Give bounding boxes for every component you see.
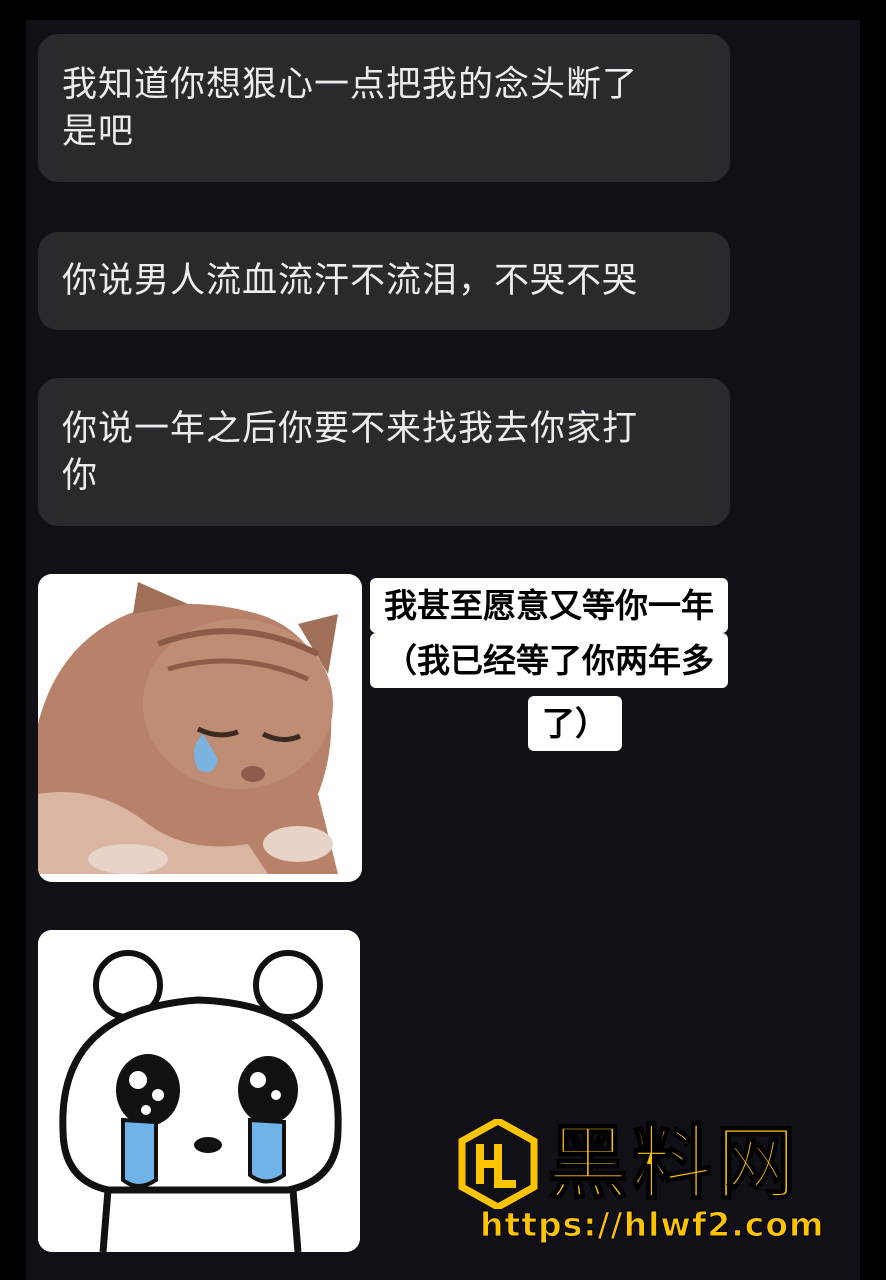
crying-cat-icon xyxy=(38,574,362,882)
caption-line: 我甚至愿意又等你一年 xyxy=(370,578,728,633)
watermark-url: https://hlwf2.com xyxy=(479,1205,825,1245)
crying-bear-icon xyxy=(38,930,360,1252)
message-line: 你说男人流血流汗不流泪，不哭不哭 xyxy=(62,261,639,301)
message-line: 是吧 xyxy=(62,112,135,152)
message-bubble-3[interactable]: 你说一年之后你要不来找我去你家打 你 xyxy=(38,378,730,526)
caption-line: （我已经等了你两年多 xyxy=(370,633,728,688)
message-line: 我知道你想狠心一点把我的念头断了 xyxy=(62,65,639,105)
crying-bear-sticker[interactable] xyxy=(38,930,360,1252)
message-bubble-2[interactable]: 你说男人流血流汗不流泪，不哭不哭 xyxy=(38,232,730,330)
crying-cat-sticker[interactable] xyxy=(38,574,362,882)
watermark-brand: 黑料网 xyxy=(547,1116,800,1211)
message-bubble-1[interactable]: 我知道你想狠心一点把我的念头断了 是吧 xyxy=(38,34,730,182)
caption-line: 了） xyxy=(528,696,622,751)
message-line: 你 xyxy=(62,456,99,496)
message-line: 你说一年之后你要不来找我去你家打 xyxy=(62,409,639,449)
hl-shield-icon xyxy=(458,1119,538,1209)
watermark-logo: 黑料网 https://hlwf2.com xyxy=(450,1105,870,1265)
sticker-caption: 我甚至愿意又等你一年 （我已经等了你两年多 了） xyxy=(370,578,790,763)
